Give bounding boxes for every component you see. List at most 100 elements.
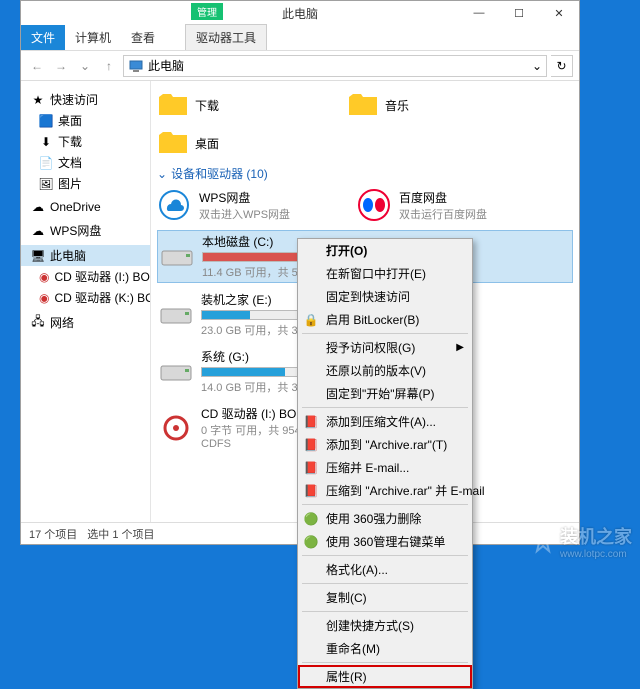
sidebar-item-documents[interactable]: 📄文档	[21, 152, 150, 173]
context-menu-item[interactable]: 在新窗口中打开(E)	[298, 262, 472, 285]
context-menu-item[interactable]: 固定到"开始"屏幕(P)	[298, 382, 472, 405]
submenu-arrow-icon: ▶	[456, 342, 464, 353]
network-icon: 🖧	[31, 316, 45, 330]
sidebar-cd-1[interactable]: ◉CD 驱动器 (I:) BONJ	[21, 266, 150, 287]
item-count: 17 个项目	[29, 526, 77, 542]
selection-count: 选中 1 个项目	[87, 526, 154, 542]
menu-item-label: 固定到"开始"屏幕(P)	[326, 385, 435, 402]
menu-item-label: 属性(R)	[326, 668, 367, 685]
menu-item-icon: 🟢	[303, 534, 319, 550]
context-menu-item[interactable]: 📕压缩到 "Archive.rar" 并 E-mail	[298, 479, 472, 502]
menu-item-label: 格式化(A)...	[326, 561, 388, 578]
menu-item-label: 启用 BitLocker(B)	[326, 311, 419, 328]
menu-item-icon: 🔒	[303, 312, 319, 328]
desktop-icon: 🟦	[39, 114, 53, 128]
refresh-button[interactable]: ↻	[551, 55, 573, 77]
contextual-tab-group: 管理	[191, 3, 223, 20]
menu-item-label: 重命名(M)	[326, 640, 380, 657]
menu-item-label: 打开(O)	[326, 242, 367, 259]
sidebar-cd-2[interactable]: ◉CD 驱动器 (K:) BON	[21, 287, 150, 308]
context-menu-item[interactable]: 📕 压缩并 E-mail...	[298, 456, 472, 479]
tab-view[interactable]: 查看	[121, 25, 165, 50]
cloud-icon	[157, 188, 191, 222]
star-icon: ★	[31, 93, 45, 107]
maximize-button[interactable]: ☐	[499, 1, 539, 25]
menu-item-label: 授予访问权限(G)	[326, 339, 415, 356]
forward-button[interactable]: →	[51, 56, 71, 76]
context-menu-item[interactable]: 🟢 使用 360强力删除	[298, 507, 472, 530]
context-menu-item[interactable]: 打开(O)	[298, 239, 472, 262]
drive-icon	[159, 358, 193, 386]
menu-item-icon: 📕	[303, 414, 319, 430]
disc-icon: ◉	[39, 291, 49, 305]
sidebar-item-downloads[interactable]: ⬇下载	[21, 131, 150, 152]
watermark: 装机之家 www.lotpc.com	[530, 523, 632, 560]
menu-item-icon: 📕	[303, 460, 319, 476]
sidebar-onedrive[interactable]: ☁OneDrive	[21, 198, 150, 216]
folder-downloads[interactable]: 下载	[157, 89, 317, 121]
address-bar[interactable]: 此电脑 ⌄	[123, 55, 547, 77]
cloud-icon: ☁	[31, 224, 45, 238]
download-icon: ⬇	[39, 135, 53, 149]
menu-item-label: 还原以前的版本(V)	[326, 362, 426, 379]
sidebar-network[interactable]: 🖧网络	[21, 312, 150, 333]
context-menu-item[interactable]: 📕 添加到 "Archive.rar"(T)	[298, 433, 472, 456]
folder-icon	[347, 89, 379, 121]
menu-item-label: 使用 360强力删除	[326, 510, 421, 527]
menu-item-label: 添加到压缩文件(A)...	[326, 413, 436, 430]
context-menu-item[interactable]: 格式化(A)...	[298, 558, 472, 581]
folder-music[interactable]: 音乐	[347, 89, 507, 121]
disc-icon: ◉	[39, 270, 49, 284]
tab-file[interactable]: 文件	[21, 25, 65, 50]
menu-item-label: 复制(C)	[326, 589, 367, 606]
context-menu-item[interactable]: 复制(C)	[298, 586, 472, 609]
context-menu-item[interactable]: 还原以前的版本(V)	[298, 359, 472, 382]
cloud-row: WPS网盘双击进入WPS网盘 百度网盘双击运行百度网盘	[157, 188, 573, 222]
titlebar: 管理 此电脑 — ☐ ✕	[21, 1, 579, 25]
tab-drive-tools[interactable]: 驱动器工具	[185, 24, 267, 50]
sidebar-item-desktop[interactable]: 🟦桌面	[21, 110, 150, 131]
context-menu-item[interactable]: 授予访问权限(G) ▶	[298, 336, 472, 359]
folder-icon	[157, 127, 189, 159]
context-menu-item[interactable]: 创建快捷方式(S)	[298, 614, 472, 637]
menu-item-label: 固定到快速访问	[326, 288, 410, 305]
context-menu-item[interactable]: 🟢 使用 360管理右键菜单	[298, 530, 472, 553]
menu-item-label: 使用 360管理右键菜单	[326, 533, 445, 550]
folders-grid: 下载 音乐 桌面	[157, 89, 573, 159]
context-menu-item[interactable]: 固定到快速访问	[298, 285, 472, 308]
sidebar-wps[interactable]: ☁WPS网盘	[21, 220, 150, 241]
sidebar-this-pc[interactable]: 🖥此电脑	[21, 245, 150, 266]
up-button[interactable]: ↑	[99, 56, 119, 76]
drive-icon	[159, 301, 193, 329]
context-menu-item[interactable]: 重命名(M)	[298, 637, 472, 660]
cloud-icon: ☁	[31, 200, 45, 214]
menu-item-label: 压缩并 E-mail...	[326, 459, 409, 476]
menu-item-icon: 🟢	[303, 511, 319, 527]
menu-item-icon: 📕	[303, 437, 319, 453]
section-devices[interactable]: ⌄ 设备和驱动器 (10)	[157, 165, 573, 182]
folder-icon	[157, 89, 189, 121]
address-dropdown-icon[interactable]: ⌄	[532, 59, 542, 73]
folder-desktop[interactable]: 桌面	[157, 127, 317, 159]
pc-icon	[128, 58, 144, 74]
sidebar-quick-access[interactable]: ★快速访问	[21, 89, 150, 110]
back-button[interactable]: ←	[27, 56, 47, 76]
baidu-icon	[357, 188, 391, 222]
minimize-button[interactable]: —	[459, 1, 499, 25]
menu-item-icon: 📕	[303, 483, 319, 499]
cloud-baidu[interactable]: 百度网盘双击运行百度网盘	[357, 188, 537, 222]
cloud-wps[interactable]: WPS网盘双击进入WPS网盘	[157, 188, 337, 222]
address-path: 此电脑	[148, 57, 184, 74]
menu-item-label: 在新窗口中打开(E)	[326, 265, 426, 282]
context-menu-item[interactable]: 🔒 启用 BitLocker(B)	[298, 308, 472, 331]
doc-icon: 📄	[39, 156, 53, 170]
sidebar-item-pictures[interactable]: 🖼图片	[21, 173, 150, 194]
menu-item-label: 创建快捷方式(S)	[326, 617, 414, 634]
menu-item-label: 添加到 "Archive.rar"(T)	[326, 436, 447, 453]
close-button[interactable]: ✕	[539, 1, 579, 25]
context-menu-item[interactable]: 属性(R)	[298, 665, 472, 688]
tab-computer[interactable]: 计算机	[65, 25, 121, 50]
pic-icon: 🖼	[39, 177, 53, 191]
context-menu-item[interactable]: 📕 添加到压缩文件(A)...	[298, 410, 472, 433]
history-dropdown[interactable]: ⌄	[75, 56, 95, 76]
